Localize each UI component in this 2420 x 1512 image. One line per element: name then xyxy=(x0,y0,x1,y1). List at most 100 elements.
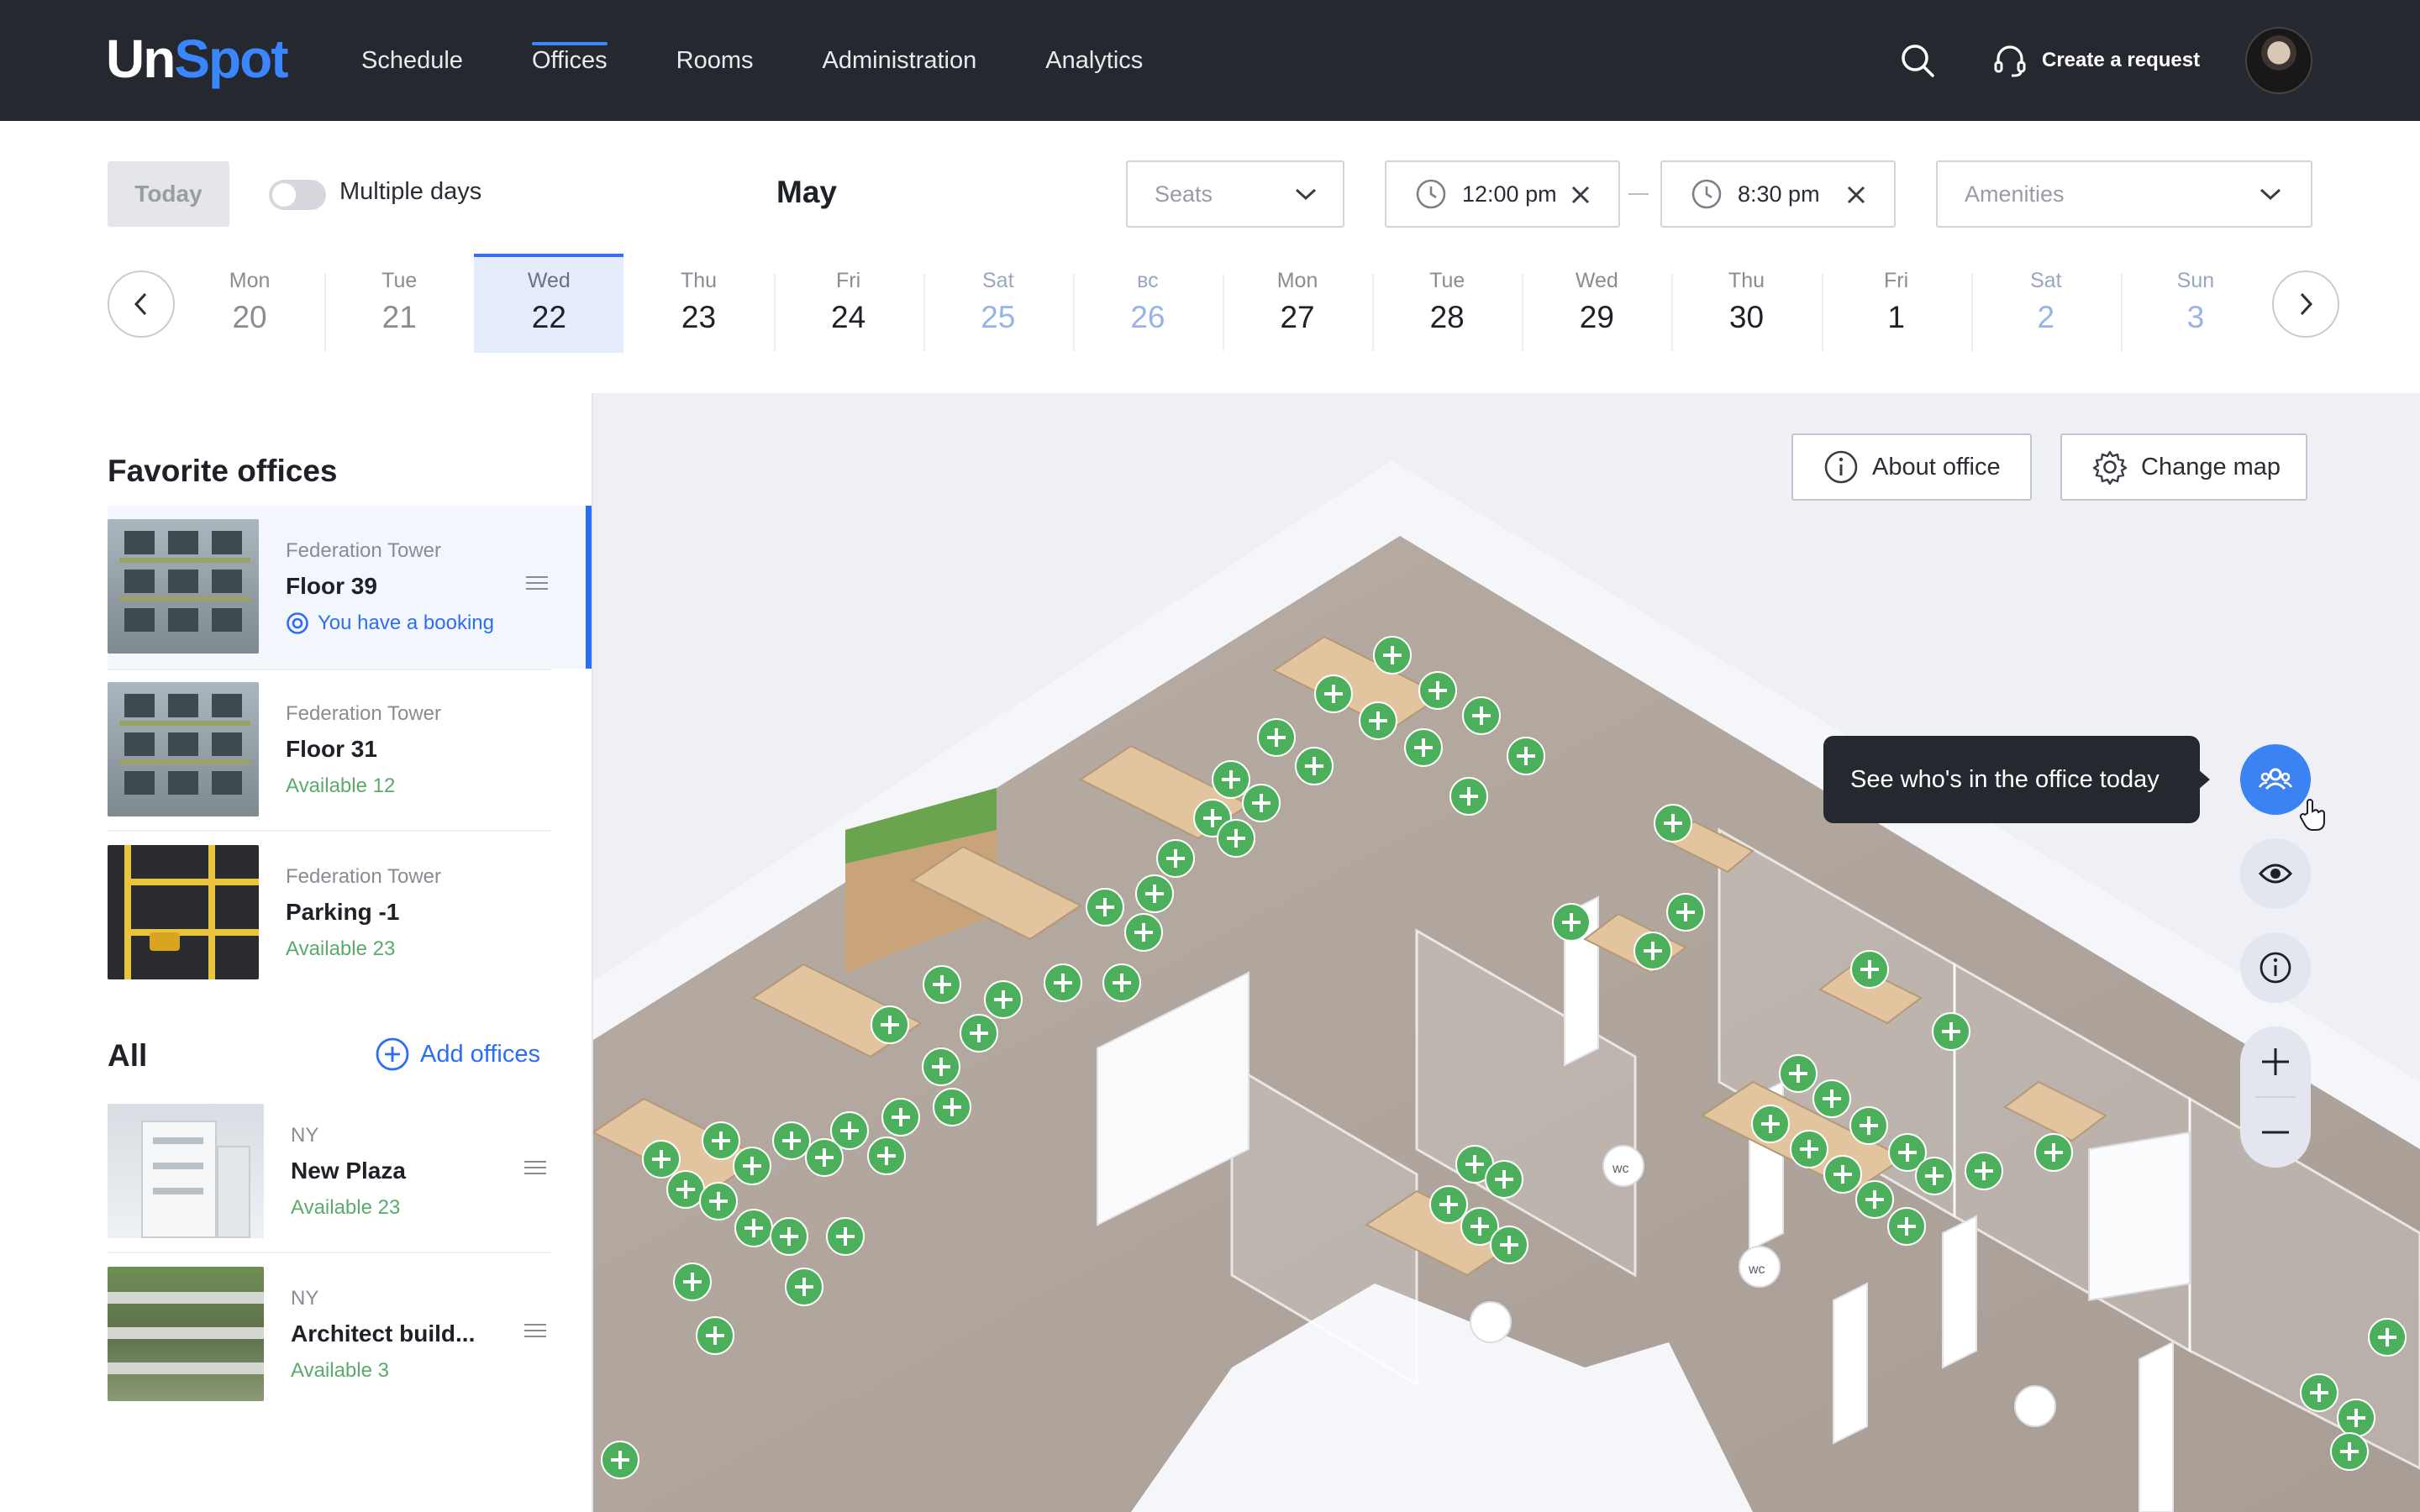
user-avatar[interactable] xyxy=(2245,27,2312,94)
seat-add-icon[interactable] xyxy=(702,1121,740,1160)
seat-add-icon[interactable] xyxy=(1217,819,1255,858)
seat-add-icon[interactable] xyxy=(1359,701,1397,740)
seat-add-icon[interactable] xyxy=(881,1098,920,1137)
seat-add-icon[interactable] xyxy=(923,965,961,1004)
seat-add-icon[interactable] xyxy=(772,1121,811,1160)
time-to-field[interactable]: 8:30 pm xyxy=(1660,160,1896,228)
nav-schedule[interactable]: Schedule xyxy=(361,0,463,121)
office-item-parking[interactable]: Federation Tower Parking -1 Available 23 xyxy=(108,832,550,995)
seat-add-icon[interactable] xyxy=(1242,784,1281,822)
seat-add-icon[interactable] xyxy=(2330,1432,2369,1471)
search-icon[interactable] xyxy=(1897,40,1938,81)
seat-add-icon[interactable] xyxy=(805,1138,844,1177)
today-button[interactable]: Today xyxy=(108,161,229,227)
seat-add-icon[interactable] xyxy=(1850,950,1889,989)
seat-add-icon[interactable] xyxy=(1449,777,1488,816)
seat-add-icon[interactable] xyxy=(1124,913,1163,952)
day-3[interactable]: Thu 23 xyxy=(623,254,773,353)
seat-add-icon[interactable] xyxy=(1044,963,1082,1002)
office-item-floor-31[interactable]: Federation Tower Floor 31 Available 12 xyxy=(108,669,550,832)
isometric-floor-plan[interactable]: wc wc xyxy=(593,393,2420,1512)
office-item-floor-39[interactable]: Federation Tower Floor 39 You have a boo… xyxy=(108,506,592,669)
seat-add-icon[interactable] xyxy=(666,1170,705,1209)
seat-add-icon[interactable] xyxy=(1887,1207,1926,1246)
seat-add-icon[interactable] xyxy=(826,1217,865,1256)
nav-analytics[interactable]: Analytics xyxy=(1045,0,1143,121)
office-item-new-plaza[interactable]: NY New Plaza Available 23 xyxy=(108,1090,550,1253)
seat-add-icon[interactable] xyxy=(1490,1226,1528,1264)
seat-add-icon[interactable] xyxy=(1849,1106,1888,1145)
seat-add-icon[interactable] xyxy=(696,1316,734,1355)
seat-add-icon[interactable] xyxy=(1654,804,1692,843)
seat-add-icon[interactable] xyxy=(1666,893,1705,932)
seat-add-icon[interactable] xyxy=(1812,1079,1851,1118)
office-item-architect-building[interactable]: NY Architect build... Available 3 xyxy=(108,1253,550,1416)
clear-time-from-icon[interactable] xyxy=(1570,184,1591,206)
seat-add-icon[interactable] xyxy=(601,1441,639,1479)
seat-add-icon[interactable] xyxy=(1634,932,1672,970)
seat-add-icon[interactable] xyxy=(1429,1185,1468,1224)
day-11[interactable]: Fri 1 xyxy=(1821,254,1971,353)
seat-add-icon[interactable] xyxy=(2368,1318,2407,1357)
multiple-days-toggle[interactable] xyxy=(269,180,326,210)
seat-add-icon[interactable] xyxy=(871,1005,909,1044)
seat-add-icon[interactable] xyxy=(1314,675,1353,713)
seat-add-icon[interactable] xyxy=(785,1268,823,1306)
seat-add-icon[interactable] xyxy=(2034,1133,2073,1172)
seat-add-icon[interactable] xyxy=(2300,1373,2338,1412)
seat-add-icon[interactable] xyxy=(1915,1157,1954,1195)
seat-add-icon[interactable] xyxy=(1135,874,1174,913)
about-office-button[interactable]: About office xyxy=(1791,433,2032,501)
seat-add-icon[interactable] xyxy=(699,1182,738,1221)
create-request-button[interactable]: Create a request xyxy=(1991,37,2200,84)
nav-administration[interactable]: Administration xyxy=(823,0,977,121)
seat-add-icon[interactable] xyxy=(1965,1152,2003,1190)
seat-add-icon[interactable] xyxy=(1751,1105,1790,1143)
prev-days-button[interactable] xyxy=(108,270,175,338)
nav-offices[interactable]: Offices xyxy=(531,0,608,121)
day-9[interactable]: Wed 29 xyxy=(1522,254,1671,353)
seat-add-icon[interactable] xyxy=(1404,728,1443,767)
seat-add-icon[interactable] xyxy=(1373,636,1412,675)
add-offices-button[interactable]: Add offices xyxy=(375,1037,540,1072)
drag-handle-icon[interactable] xyxy=(524,1161,546,1178)
office-floor-map[interactable]: wc wc About office Change map See who's … xyxy=(593,393,2420,1512)
seat-add-icon[interactable] xyxy=(1102,963,1141,1002)
amenities-select[interactable]: Amenities xyxy=(1936,160,2312,228)
day-12[interactable]: Sat 2 xyxy=(1970,254,2121,353)
seat-add-icon[interactable] xyxy=(1779,1054,1818,1093)
nav-rooms[interactable]: Rooms xyxy=(676,0,754,121)
seat-add-icon[interactable] xyxy=(960,1014,998,1053)
seat-add-icon[interactable] xyxy=(1932,1012,1970,1051)
seat-add-icon[interactable] xyxy=(1462,696,1501,735)
drag-handle-icon[interactable] xyxy=(524,1324,546,1341)
seat-add-icon[interactable] xyxy=(733,1147,771,1185)
day-13[interactable]: Sun 3 xyxy=(2120,254,2270,353)
seat-add-icon[interactable] xyxy=(1156,839,1195,878)
seat-add-icon[interactable] xyxy=(933,1088,971,1126)
seat-add-icon[interactable] xyxy=(1418,671,1457,710)
seat-add-icon[interactable] xyxy=(1507,737,1545,775)
drag-handle-icon[interactable] xyxy=(526,576,548,593)
day-4[interactable]: Fri 24 xyxy=(773,254,923,353)
day-5[interactable]: Sat 25 xyxy=(923,254,1073,353)
seat-add-icon[interactable] xyxy=(1552,903,1591,942)
seat-add-icon[interactable] xyxy=(1086,888,1124,927)
day-1[interactable]: Tue 21 xyxy=(324,254,474,353)
seat-add-icon[interactable] xyxy=(1855,1180,1894,1219)
zoom-in-icon[interactable] xyxy=(2240,1026,2311,1097)
seat-add-icon[interactable] xyxy=(1257,718,1296,757)
seat-add-icon[interactable] xyxy=(984,980,1023,1019)
seat-add-icon[interactable] xyxy=(1790,1130,1828,1168)
unspot-logo[interactable]: UnSpot xyxy=(106,29,289,89)
seat-add-icon[interactable] xyxy=(1823,1155,1862,1194)
clear-time-to-icon[interactable] xyxy=(1845,184,1867,206)
day-2[interactable]: Wed 22 xyxy=(474,254,624,353)
seat-add-icon[interactable] xyxy=(1295,747,1334,785)
day-10[interactable]: Thu 30 xyxy=(1671,254,1821,353)
change-map-button[interactable]: Change map xyxy=(2060,433,2307,501)
day-8[interactable]: Tue 28 xyxy=(1372,254,1522,353)
seat-add-icon[interactable] xyxy=(2337,1399,2375,1437)
seat-add-icon[interactable] xyxy=(1485,1160,1523,1199)
day-7[interactable]: Mon 27 xyxy=(1222,254,1372,353)
